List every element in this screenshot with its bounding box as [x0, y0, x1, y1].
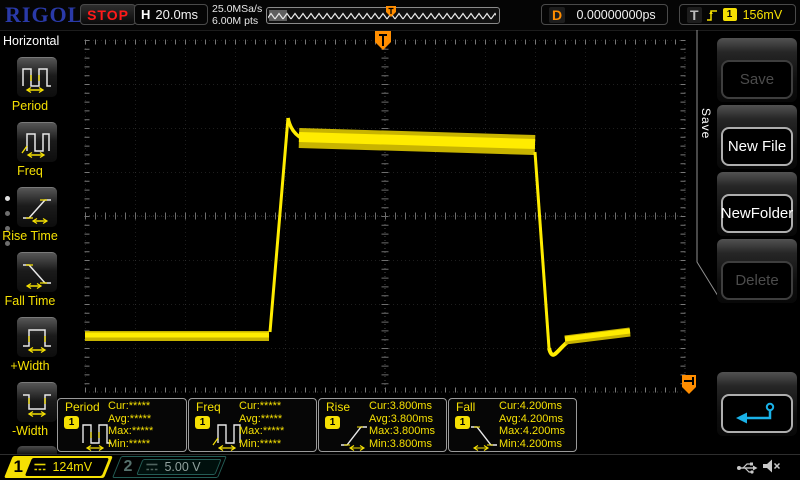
measurement-name: Period — [65, 400, 100, 414]
menu-page-dot — [5, 226, 10, 231]
acquisition-info: 25.0MSa/s 6.00M pts — [212, 3, 262, 27]
fall-time-icon — [23, 263, 51, 289]
measure-item-partial — [17, 446, 57, 454]
menu-page-dot — [5, 241, 10, 246]
measurement-row: Max:***** — [239, 425, 285, 438]
measurement-name: Fall — [456, 400, 476, 414]
horizontal-label: H — [141, 7, 151, 22]
measure-item-plus-width[interactable] — [17, 317, 57, 357]
measure-item-minus-width[interactable] — [17, 382, 57, 422]
delay-box[interactable]: D 0.00000000ps — [541, 4, 668, 25]
channel-1-tab[interactable]: 1 124mV — [4, 456, 113, 478]
menu-page-dot — [5, 196, 10, 201]
rising-edge-icon — [706, 9, 717, 21]
measure-item-fall-time[interactable] — [17, 252, 57, 292]
save-button[interactable]: Save — [721, 60, 793, 99]
measurement-panel-period[interactable]: Period 1 Cur:***** Avg:***** Max:***** M… — [57, 398, 187, 452]
measurement-row: Cur:4.200ms — [499, 400, 562, 412]
measurement-row: Avg:***** — [108, 412, 152, 425]
measurement-row: Avg:***** — [239, 412, 283, 425]
measurement-source-badge: 1 — [455, 416, 470, 429]
menu-page-dot — [5, 211, 10, 216]
measurement-source-badge: 1 — [195, 416, 210, 429]
new-file-button[interactable]: New File — [721, 127, 793, 166]
measurement-row: Min:***** — [239, 437, 282, 450]
rise-time-icon — [341, 426, 367, 451]
measurement-row: Min:***** — [108, 437, 151, 450]
dc-coupling-icon — [34, 463, 46, 471]
memory-depth: 6.00M pts — [212, 15, 259, 27]
measurement-panel-rise[interactable]: Rise 1 Cur:3.800ms Avg:3.800ms Max:3.800… — [318, 398, 447, 452]
measure-menu-title: Horizontal — [3, 34, 60, 48]
right-menu-title: Save — [699, 108, 713, 140]
delay-label: D — [549, 6, 566, 23]
freq-icon — [21, 132, 50, 158]
measurement-row: Min:4.200ms — [499, 437, 562, 450]
horizontal-timebase-box[interactable]: H 20.0ms — [134, 4, 208, 25]
measurement-row: Avg:4.200ms — [499, 412, 564, 425]
channel-2-tab[interactable]: 2 5.00 V — [112, 456, 227, 478]
channel-scale: 124mV — [52, 460, 93, 474]
measurement-row: Max:***** — [108, 425, 154, 438]
trigger-source-badge: 1 — [722, 8, 737, 21]
measurement-row: Cur:***** — [239, 400, 282, 412]
softkey-new-file[interactable]: New File — [717, 105, 797, 169]
measure-item-label: -Width — [11, 424, 49, 438]
softkey-delete[interactable]: Delete — [717, 239, 797, 303]
minus-width-icon — [23, 393, 51, 417]
rigol-logo: RIGOL — [5, 2, 84, 27]
measure-item-freq[interactable] — [17, 122, 57, 162]
measurement-name: Freq — [196, 400, 221, 414]
delete-button[interactable]: Delete — [721, 261, 793, 300]
preview-waveform — [268, 9, 496, 23]
return-arrow-icon — [736, 402, 775, 423]
measure-item-label: +Width — [10, 359, 50, 373]
measure-item-rise-time[interactable] — [17, 187, 57, 227]
measurement-panel-fall[interactable]: Fall 1 Cur:4.200ms Avg:4.200ms Max:4.200… — [448, 398, 577, 452]
measurement-row: Cur:3.800ms — [369, 400, 432, 412]
softkey-save[interactable]: Save — [717, 38, 797, 102]
preview-trigger-marker-icon[interactable] — [385, 5, 397, 18]
trigger-level-value: 156mV — [742, 7, 783, 22]
softkey-new-folder[interactable]: NewFolder — [717, 172, 797, 236]
measure-item-period[interactable] — [17, 57, 57, 97]
trigger-box[interactable]: T 1 156mV — [679, 4, 796, 25]
waveform-display[interactable] — [60, 30, 697, 398]
period-icon — [22, 67, 51, 93]
measurement-row: Cur:***** — [108, 400, 151, 412]
measurement-name: Rise — [326, 400, 351, 414]
run-stop-indicator[interactable]: STOP — [80, 4, 136, 25]
rise-time-icon — [23, 198, 51, 224]
measurement-source-badge: 1 — [325, 416, 340, 429]
channel-number: 2 — [123, 458, 133, 475]
trigger-label: T — [687, 6, 702, 23]
speaker-muted-icon — [763, 459, 781, 473]
oscilloscope-screen: RIGOL STOP H 20.0ms 25.0MSa/s 6.00M pts — [0, 0, 800, 480]
timebase-value: 20.0ms — [155, 7, 199, 22]
usb-icon — [737, 462, 758, 474]
measurement-source-badge: 1 — [64, 416, 79, 429]
measure-item-label: Fall Time — [4, 294, 56, 308]
waveform-preview-bar[interactable] — [266, 5, 500, 24]
channel-scale: 5.00 V — [164, 460, 201, 474]
top-status-bar: RIGOL STOP H 20.0ms 25.0MSa/s 6.00M pts — [0, 0, 800, 31]
channel-number: 1 — [13, 457, 23, 476]
measurement-panel-freq[interactable]: Freq 1 Cur:***** Avg:***** Max:***** Min… — [188, 398, 317, 452]
softkey-back[interactable] — [717, 372, 797, 436]
sample-rate: 25.0MSa/s — [212, 3, 263, 15]
plus-width-icon — [23, 328, 51, 353]
dc-coupling-icon — [146, 463, 158, 471]
new-folder-button[interactable]: NewFolder — [721, 194, 793, 233]
back-button[interactable] — [721, 394, 793, 433]
delay-value: 0.00000000ps — [576, 7, 656, 22]
measurement-row: Avg:3.800ms — [369, 412, 434, 425]
measurement-row: Max:4.200ms — [499, 425, 566, 438]
measure-item-label: Freq — [17, 164, 43, 178]
measurement-row: Max:3.800ms — [369, 425, 436, 438]
measure-item-label: Period — [11, 99, 49, 113]
measurement-row: Min:3.800ms — [369, 437, 432, 450]
fall-time-icon — [471, 426, 497, 451]
